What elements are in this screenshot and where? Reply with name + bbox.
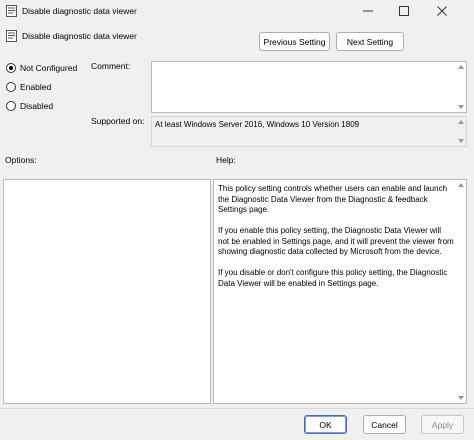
next-setting-button[interactable]: Next Setting (336, 32, 404, 51)
radio-enabled[interactable]: Enabled (6, 82, 51, 92)
help-label: Help: (216, 155, 236, 165)
help-paragraph: This policy setting controls whether use… (218, 184, 448, 214)
radio-label: Enabled (20, 82, 52, 92)
scroll-up-icon[interactable] (457, 120, 464, 124)
minimize-icon (363, 6, 373, 16)
comment-label: Comment: (91, 61, 131, 71)
radio-indicator[interactable] (6, 63, 16, 73)
scroll-down-icon[interactable] (457, 139, 464, 143)
footer-divider (0, 408, 474, 409)
window-title: Disable diagnostic data viewer (22, 6, 137, 16)
comment-scrollbar[interactable] (456, 63, 465, 111)
options-panel (3, 179, 211, 404)
radio-indicator[interactable] (6, 82, 16, 92)
help-text: This policy setting controls whether use… (218, 184, 454, 300)
radio-disabled[interactable]: Disabled (6, 101, 53, 111)
apply-button[interactable]: Apply (421, 415, 464, 434)
scroll-up-icon[interactable] (457, 183, 464, 187)
policy-settings-icon (6, 5, 17, 17)
options-label: Options: (5, 155, 37, 165)
scroll-down-icon[interactable] (457, 105, 464, 109)
radio-not-configured[interactable]: Not Configured (6, 63, 77, 73)
help-panel: This policy setting controls whether use… (213, 179, 467, 404)
supported-on-value: At least Windows Server 2016, Windows 10… (155, 120, 360, 129)
previous-setting-button[interactable]: Previous Setting (259, 32, 330, 51)
comment-field[interactable] (151, 61, 467, 113)
supported-on-field: At least Windows Server 2016, Windows 10… (151, 116, 467, 147)
supported-on-label: Supported on: (91, 116, 145, 126)
radio-indicator[interactable] (6, 101, 16, 111)
radio-label: Disabled (20, 101, 54, 111)
scroll-up-icon[interactable] (457, 65, 464, 69)
policy-name: Disable diagnostic data viewer (22, 31, 137, 41)
close-button[interactable] (427, 0, 457, 22)
maximize-button[interactable] (389, 0, 419, 22)
maximize-icon (399, 6, 409, 16)
policy-icon (6, 30, 17, 42)
scroll-down-icon[interactable] (457, 396, 464, 400)
help-scrollbar[interactable] (456, 181, 465, 402)
help-paragraph: If you disable or don't configure this p… (218, 268, 448, 288)
radio-label: Not Configured (20, 63, 78, 73)
ok-button[interactable]: OK (304, 415, 347, 434)
supported-scrollbar[interactable] (456, 118, 465, 145)
minimize-button[interactable] (353, 0, 383, 22)
cancel-button[interactable]: Cancel (363, 415, 406, 434)
help-paragraph: If you enable this policy setting, the D… (218, 226, 454, 256)
close-icon (437, 6, 447, 16)
